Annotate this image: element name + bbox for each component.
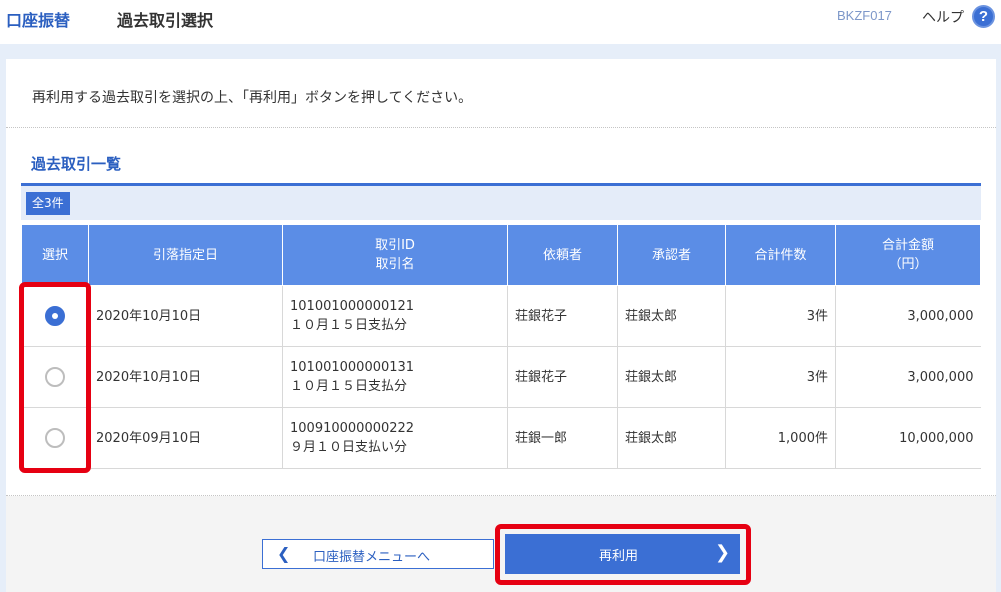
menu-button[interactable]: ❮ 口座振替メニューへ — [262, 539, 494, 569]
amount-cell: 3,000,000 — [835, 346, 981, 408]
divider — [6, 127, 996, 128]
col-header-amount-unit: （円） — [888, 257, 928, 272]
count-cell: 3件 — [725, 285, 836, 347]
col-header-name: 取引名 — [375, 257, 415, 272]
table-header-row: 選択 引落指定日 取引ID 取引名 依頼者 承認者 合計件数 合計金額 （円） — [21, 224, 981, 286]
date-cell: 2020年09月10日 — [88, 407, 283, 469]
approver-cell: 荘銀太郎 — [617, 285, 726, 347]
requester-cell: 荘銀花子 — [507, 346, 618, 408]
reuse-button[interactable]: 再利用 ❯ — [505, 534, 740, 574]
radio-button-selected[interactable] — [44, 306, 65, 326]
date-cell: 2020年10月10日 — [88, 346, 283, 408]
transaction-table: 選択 引落指定日 取引ID 取引名 依頼者 承認者 合計件数 合計金額 （円） 20… — [21, 224, 981, 469]
approver-cell: 荘銀太郎 — [617, 407, 726, 469]
top-bar: 口座振替 過去取引選択 BKZF017 ヘルプ ? — [0, 0, 1001, 44]
requester-cell: 荘銀一郎 — [507, 407, 618, 469]
section-title: 過去取引一覧 — [31, 155, 122, 173]
transaction-name: ９月１０日支払い分 — [290, 440, 408, 455]
col-header-count: 合計件数 — [725, 224, 836, 286]
select-cell[interactable] — [21, 285, 89, 347]
id-name-cell: 101001000000121 １０月１５日支払分 — [282, 285, 508, 347]
id-name-cell: 101001000000131 １０月１５日支払分 — [282, 346, 508, 408]
table-row[interactable]: 2020年10月10日 101001000000121 １０月１５日支払分 荘銀花… — [21, 285, 981, 347]
date-cell: 2020年10月10日 — [88, 285, 283, 347]
chevron-left-icon: ❮ — [277, 544, 291, 563]
screen-title: 過去取引選択 — [117, 11, 214, 30]
table-row[interactable]: 2020年10月10日 101001000000131 １０月１５日支払分 荘銀花… — [21, 346, 981, 408]
screen-id: BKZF017 — [837, 8, 892, 23]
col-header-amount-label: 合計金額 — [881, 238, 934, 253]
approver-cell: 荘銀太郎 — [617, 346, 726, 408]
count-cell: 3件 — [725, 346, 836, 408]
col-header-requester: 依頼者 — [507, 224, 618, 286]
radio-button[interactable] — [44, 428, 65, 448]
count-bar: 全3件 — [21, 186, 981, 220]
transaction-id: 100910000000222 — [290, 421, 415, 436]
transaction-id: 101001000000131 — [290, 360, 415, 375]
select-cell[interactable] — [21, 407, 89, 469]
transaction-name: １０月１５日支払分 — [290, 379, 408, 394]
amount-cell: 10,000,000 — [835, 407, 981, 469]
amount-cell: 3,000,000 — [835, 285, 981, 347]
col-header-amount: 合計金額 （円） — [835, 224, 981, 286]
count-cell: 1,000件 — [725, 407, 836, 469]
radio-button[interactable] — [44, 367, 65, 387]
reuse-button-label: 再利用 — [599, 549, 639, 564]
col-header-id: 取引ID — [375, 238, 415, 253]
transaction-id: 101001000000121 — [290, 299, 415, 314]
footer-area — [6, 496, 996, 592]
instruction-text: 再利用する過去取引を選択の上、「再利用」ボタンを押してください。 — [32, 90, 473, 106]
help-icon[interactable]: ? — [972, 5, 995, 28]
app-title: 口座振替 — [6, 11, 71, 30]
id-name-cell: 100910000000222 ９月１０日支払い分 — [282, 407, 508, 469]
transaction-name: １０月１５日支払分 — [290, 318, 408, 333]
col-header-select: 選択 — [21, 224, 89, 286]
menu-button-label: 口座振替メニューへ — [313, 550, 431, 565]
help-link[interactable]: ヘルプ — [922, 7, 964, 27]
col-header-id-name: 取引ID 取引名 — [282, 224, 508, 286]
chevron-right-icon: ❯ — [715, 542, 731, 563]
col-header-approver: 承認者 — [617, 224, 726, 286]
main-panel: 再利用する過去取引を選択の上、「再利用」ボタンを押してください。 過去取引一覧 … — [6, 59, 996, 592]
requester-cell: 荘銀花子 — [507, 285, 618, 347]
table-row[interactable]: 2020年09月10日 100910000000222 ９月１０日支払い分 荘銀一… — [21, 407, 981, 469]
col-header-date: 引落指定日 — [88, 224, 283, 286]
count-badge: 全3件 — [26, 192, 70, 215]
select-cell[interactable] — [21, 346, 89, 408]
